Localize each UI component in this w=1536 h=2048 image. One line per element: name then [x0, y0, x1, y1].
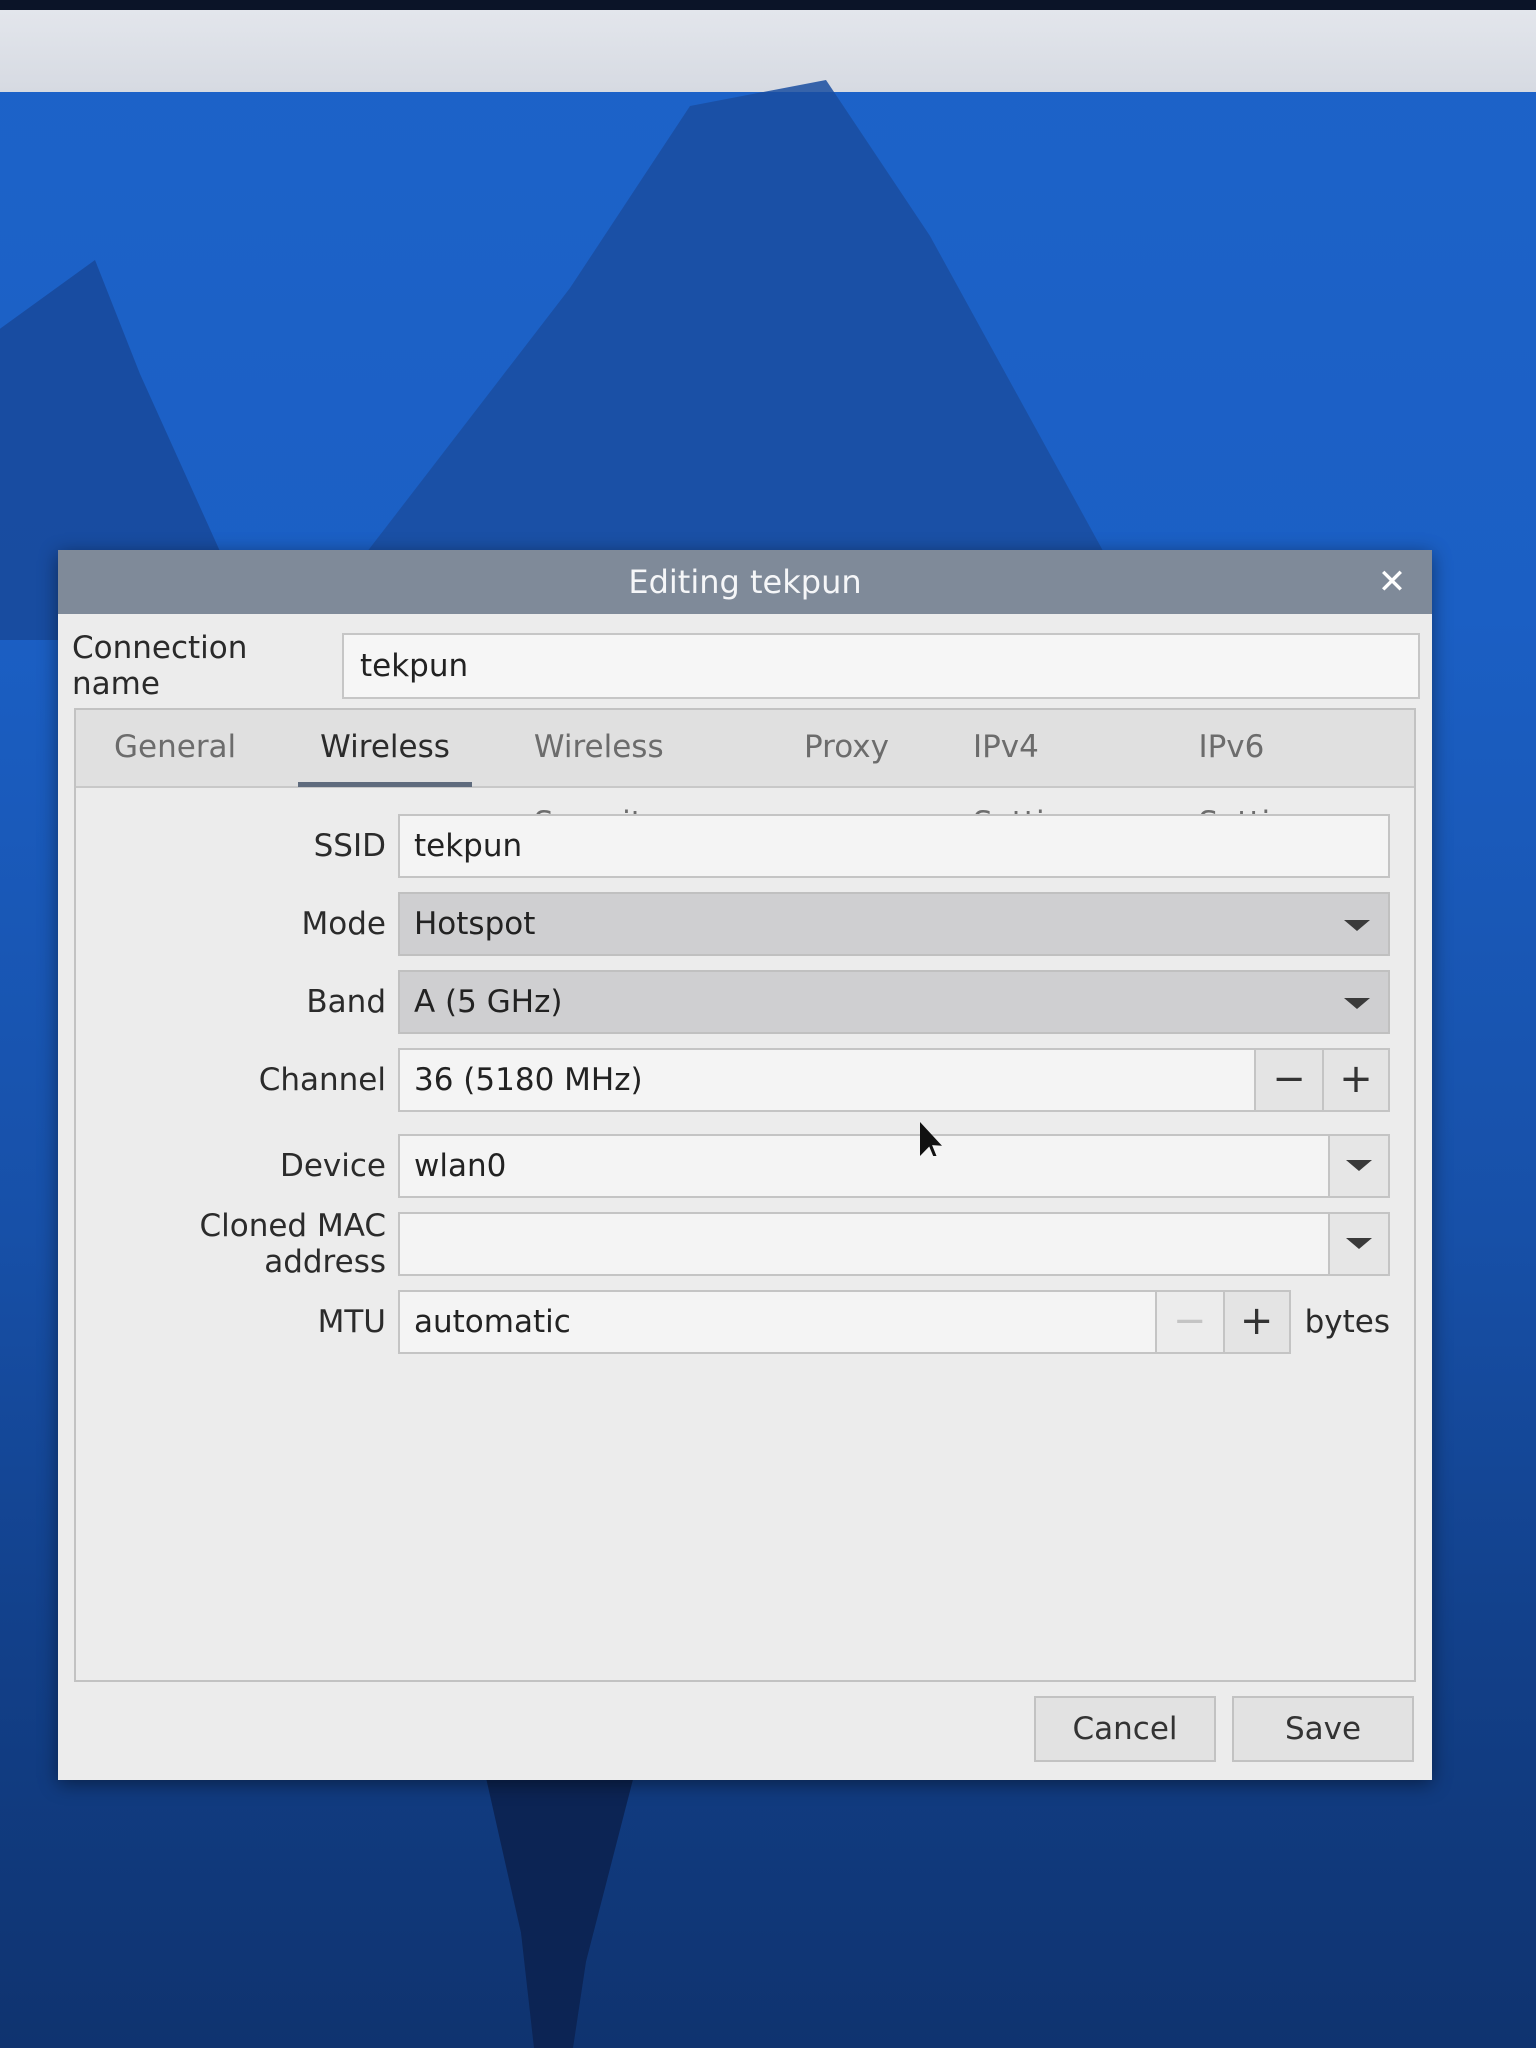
mode-label: Mode — [301, 906, 386, 942]
mode-value: Hotspot — [414, 906, 536, 942]
chevron-down-icon — [1346, 1238, 1372, 1249]
connection-editor-dialog: Editing tekpun ✕ Connection name tekpun … — [58, 550, 1432, 1780]
tab-wireless-security[interactable]: Wireless Security — [524, 709, 730, 841]
mtu-spinner: automatic − + bytes — [398, 1290, 1390, 1354]
mtu-decrement-button[interactable]: − — [1154, 1290, 1223, 1354]
tab-ipv4-settings[interactable]: IPv4 Settings — [963, 709, 1125, 841]
device-combo[interactable]: wlan0 — [398, 1134, 1390, 1198]
close-icon[interactable]: ✕ — [1372, 562, 1412, 602]
monitor-bezel — [0, 0, 1536, 10]
wallpaper-reflection — [482, 1760, 638, 2048]
wallpaper-mountain — [330, 80, 1130, 600]
channel-input[interactable]: 36 (5180 MHz) — [398, 1048, 1254, 1112]
mtu-label: MTU — [317, 1304, 386, 1340]
mtu-increment-button[interactable]: + — [1222, 1290, 1291, 1354]
chevron-down-icon — [1344, 998, 1370, 1009]
tab-ipv6-settings[interactable]: IPv6 Settings — [1188, 709, 1350, 841]
cloned-mac-combo[interactable] — [398, 1212, 1390, 1276]
cloned-mac-row: Cloned MAC address — [76, 1208, 1390, 1280]
save-button[interactable]: Save — [1232, 1696, 1414, 1762]
desktop-background: Editing tekpun ✕ Connection name tekpun … — [0, 0, 1536, 2048]
chevron-down-icon — [1344, 920, 1370, 931]
band-label: Band — [306, 984, 386, 1020]
mtu-row: MTU automatic − + bytes — [76, 1290, 1390, 1354]
settings-notebook: General Wireless Wireless Security Proxy… — [74, 708, 1416, 1682]
dialog-title: Editing tekpun — [628, 563, 862, 601]
channel-row: Channel 36 (5180 MHz) − + — [76, 1048, 1390, 1112]
ssid-input[interactable]: tekpun — [398, 814, 1390, 878]
mtu-units-label: bytes — [1304, 1304, 1390, 1340]
cloned-mac-label: Cloned MAC address — [199, 1208, 386, 1280]
connection-name-label: Connection name — [72, 630, 248, 702]
mtu-input[interactable]: automatic — [398, 1290, 1155, 1354]
chevron-down-icon — [1346, 1160, 1372, 1171]
mode-row: Mode Hotspot — [76, 892, 1390, 956]
device-dropdown-button[interactable] — [1328, 1136, 1388, 1196]
cloned-mac-dropdown-button[interactable] — [1328, 1214, 1388, 1274]
channel-decrement-button[interactable]: − — [1254, 1048, 1322, 1112]
band-row: Band A (5 GHz) — [76, 970, 1390, 1034]
tab-general[interactable]: General — [104, 709, 246, 787]
connection-name-input[interactable]: tekpun — [342, 633, 1420, 699]
ssid-row: SSID tekpun — [76, 814, 1390, 878]
band-select[interactable]: A (5 GHz) — [398, 970, 1390, 1034]
ssid-label: SSID — [313, 828, 386, 864]
cancel-button[interactable]: Cancel — [1034, 1696, 1216, 1762]
tab-bar: General Wireless Wireless Security Proxy… — [76, 709, 1414, 841]
dialog-titlebar[interactable]: Editing tekpun ✕ — [58, 550, 1432, 614]
connection-name-row: Connection name tekpun — [70, 630, 1420, 702]
tab-proxy[interactable]: Proxy — [794, 709, 899, 787]
channel-label: Channel — [258, 1062, 386, 1098]
channel-increment-button[interactable]: + — [1322, 1048, 1390, 1112]
top-panel — [0, 10, 1536, 92]
device-row: Device wlan0 — [76, 1134, 1390, 1198]
device-value: wlan0 — [414, 1148, 507, 1184]
device-label: Device — [279, 1148, 386, 1184]
band-value: A (5 GHz) — [414, 984, 563, 1020]
tab-wireless[interactable]: Wireless — [298, 709, 472, 787]
mode-select[interactable]: Hotspot — [398, 892, 1390, 956]
channel-spinner: 36 (5180 MHz) − + — [398, 1048, 1390, 1112]
